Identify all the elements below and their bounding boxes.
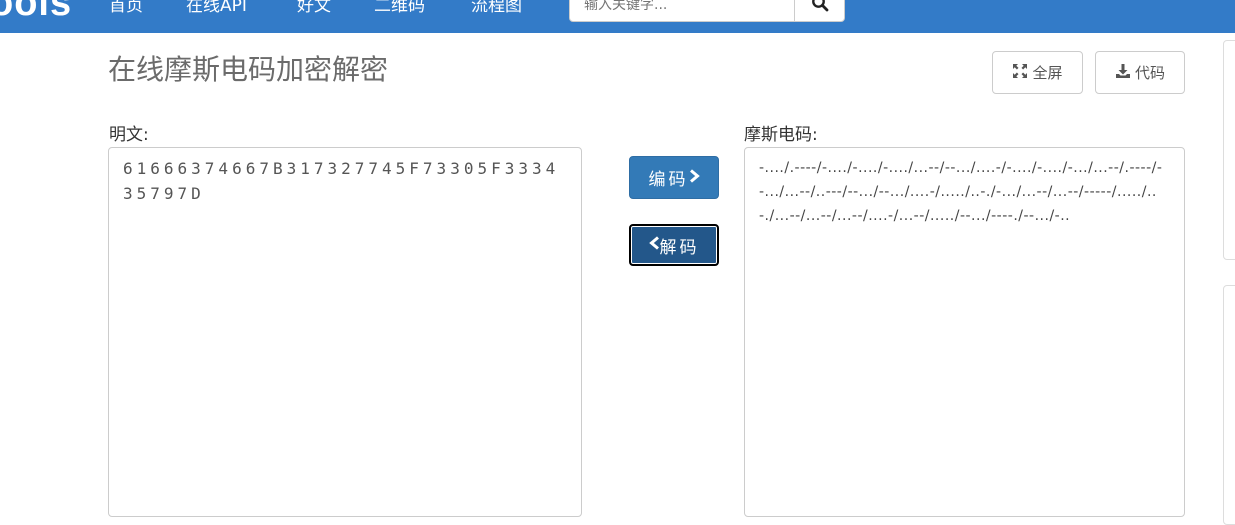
nav-item-home[interactable]: 首页	[109, 0, 143, 16]
code-button[interactable]: 代码	[1095, 51, 1185, 94]
side-panel-bottom	[1223, 285, 1235, 525]
download-icon	[1115, 63, 1131, 83]
search-icon	[811, 0, 829, 16]
encode-button[interactable]: 编码	[629, 156, 719, 199]
search-button[interactable]	[794, 0, 844, 21]
chevron-right-icon	[689, 168, 700, 188]
search-input[interactable]	[570, 0, 796, 21]
fullscreen-button[interactable]: 全屏	[992, 51, 1083, 94]
plaintext-textarea[interactable]: 61666374667B317327745F73305F333435797D	[108, 147, 582, 517]
decode-button[interactable]: 解码	[629, 224, 719, 266]
morse-label: 摩斯电码:	[744, 125, 818, 145]
page-title: 在线摩斯电码加密解密	[108, 53, 389, 86]
search-box	[569, 0, 845, 22]
brand-logo[interactable]: oois	[0, 0, 72, 25]
nav-item-articles[interactable]: 好文	[297, 0, 331, 16]
nav-item-flowchart[interactable]: 流程图	[471, 0, 522, 16]
plaintext-label: 明文:	[109, 125, 149, 145]
nav-item-qrcode[interactable]: 二维码	[374, 0, 425, 16]
code-label: 代码	[1134, 64, 1165, 82]
encode-label: 编码	[648, 170, 689, 190]
fullscreen-label: 全屏	[1032, 64, 1063, 82]
chevron-left-icon	[648, 235, 660, 255]
side-panel-top	[1223, 40, 1235, 260]
expand-icon	[1012, 63, 1028, 83]
decode-label: 解码	[659, 237, 700, 258]
top-navbar: oois 首页 在线API 好文 二维码 流程图	[0, 0, 1235, 33]
nav-item-api[interactable]: 在线API	[186, 0, 247, 16]
morse-textarea[interactable]: -..../.----/-..../-..../-..../...--/--..…	[744, 147, 1185, 517]
